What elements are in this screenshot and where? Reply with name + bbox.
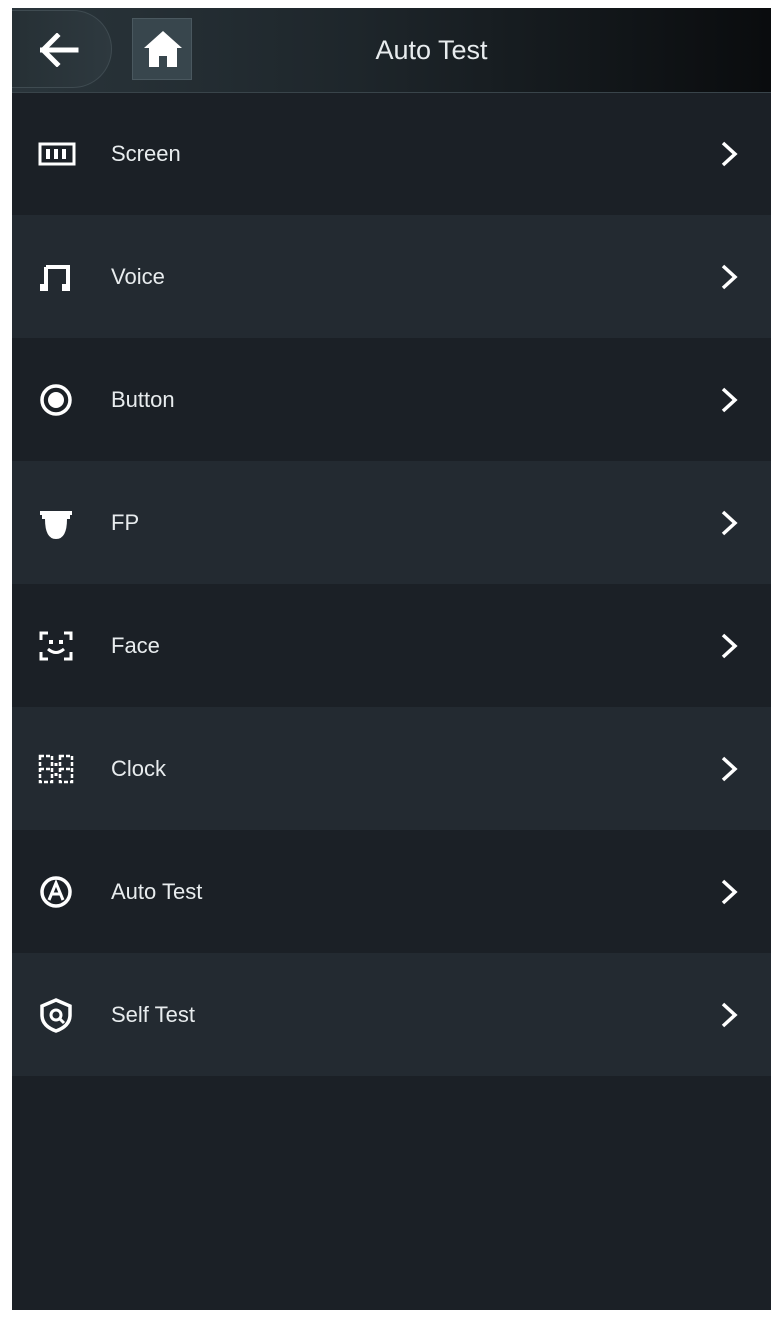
chevron-right-icon — [721, 387, 738, 413]
menu-item-auto-test[interactable]: Auto Test — [12, 830, 771, 953]
menu-item-clock[interactable]: Clock — [12, 707, 771, 830]
chevron-right-icon — [721, 510, 738, 536]
chevron-right-icon — [721, 633, 738, 659]
auto-test-icon — [40, 876, 72, 908]
chevron-right-icon — [721, 756, 738, 782]
menu-list: Screen Voice Button FP Face Clock Auto T… — [12, 92, 771, 1076]
music-note-icon — [40, 265, 70, 291]
menu-item-self-test[interactable]: Self Test — [12, 953, 771, 1076]
menu-item-label: Auto Test — [111, 879, 203, 904]
menu-item-label: Self Test — [111, 1002, 195, 1027]
arrow-left-icon — [40, 33, 79, 67]
menu-item-label: FP — [111, 510, 140, 535]
fingerprint-sensor-icon — [40, 511, 72, 539]
screen-icon — [38, 142, 76, 166]
button-icon — [40, 384, 72, 416]
menu-item-button[interactable]: Button — [12, 338, 771, 461]
home-button[interactable] — [132, 18, 192, 80]
face-scan-icon — [39, 631, 73, 661]
chevron-right-icon — [721, 1002, 738, 1028]
menu-item-screen[interactable]: Screen — [12, 92, 771, 215]
chevron-right-icon — [721, 264, 738, 290]
menu-item-label: Voice — [111, 264, 165, 289]
menu-item-fp[interactable]: FP — [12, 461, 771, 584]
self-test-shield-icon — [40, 998, 72, 1033]
menu-item-label: Clock — [111, 756, 167, 781]
home-icon — [144, 31, 182, 67]
menu-item-label: Face — [111, 633, 160, 658]
menu-item-voice[interactable]: Voice — [12, 215, 771, 338]
clock-digits-icon — [38, 754, 74, 784]
menu-item-label: Screen — [111, 141, 181, 166]
header-bar: Auto Test — [12, 8, 771, 93]
menu-item-label: Button — [111, 387, 175, 412]
chevron-right-icon — [721, 141, 738, 167]
chevron-right-icon — [721, 879, 738, 905]
back-button[interactable] — [12, 10, 112, 88]
menu-item-face[interactable]: Face — [12, 584, 771, 707]
page-title: Auto Test — [375, 35, 488, 65]
app-screen: Auto Test Screen Voice Button FP Face Cl… — [12, 8, 771, 1310]
